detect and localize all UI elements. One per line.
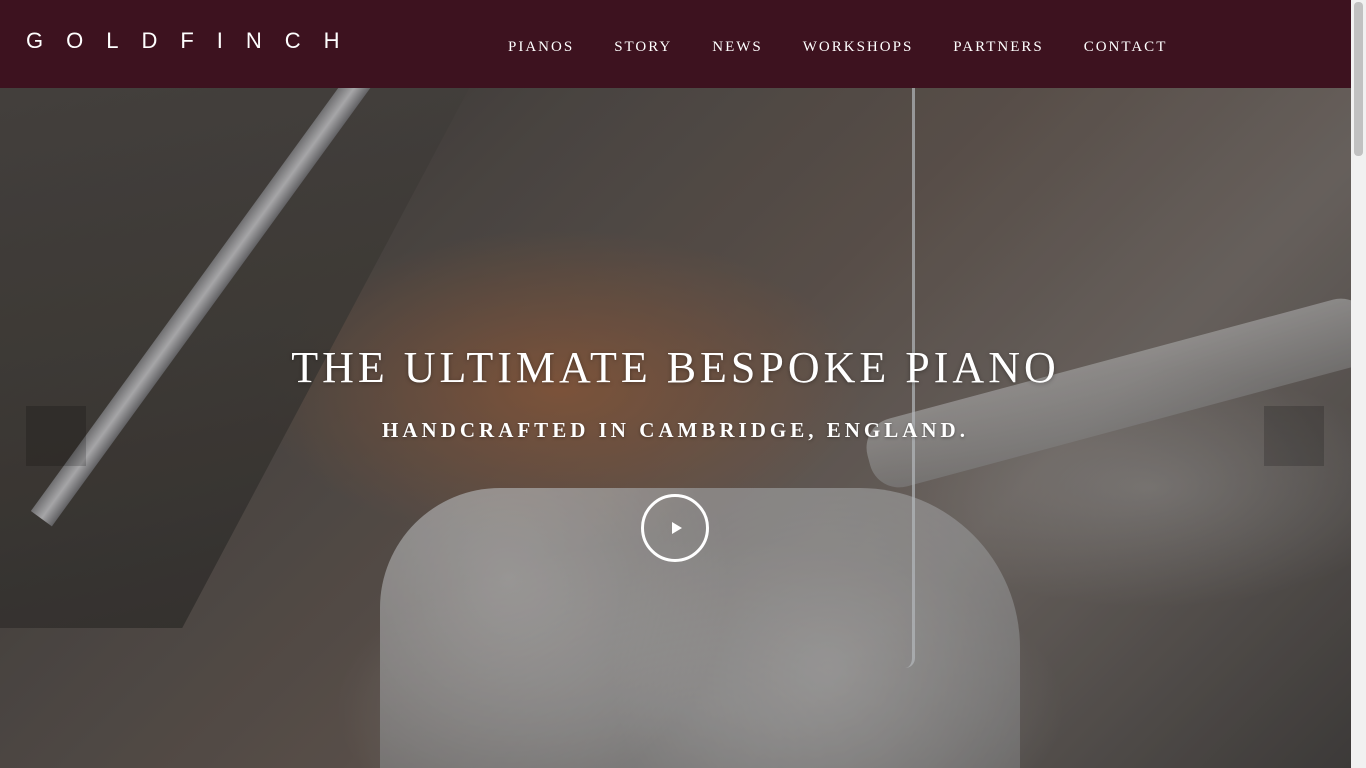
- nav-item-workshops[interactable]: WORKSHOPS: [783, 39, 934, 56]
- page-scrollbar[interactable]: [1351, 0, 1366, 768]
- nav-item-contact[interactable]: CONTACT: [1064, 39, 1188, 56]
- hero-subtitle: HANDCRAFTED IN CAMBRIDGE, ENGLAND.: [382, 418, 969, 442]
- nav-item-pianos[interactable]: PIANOS: [488, 39, 594, 56]
- slider-prev-button[interactable]: [26, 406, 86, 466]
- nav-item-partners[interactable]: PARTNERS: [933, 39, 1063, 56]
- play-video-button[interactable]: [641, 494, 709, 562]
- site-header: GOLDFINCH PIANOS STORY NEWS WORKSHOPS PA…: [0, 0, 1351, 88]
- goldfinch-logo[interactable]: GOLDFINCH: [26, 28, 363, 54]
- slider-next-button[interactable]: [1264, 406, 1324, 466]
- hero-title: THE ULTIMATE BESPOKE PIANO: [291, 343, 1060, 392]
- play-icon: [672, 522, 682, 534]
- main-nav: PIANOS STORY NEWS WORKSHOPS PARTNERS CON…: [488, 30, 1187, 64]
- scrollbar-thumb[interactable]: [1354, 2, 1363, 156]
- hero-slider: THE ULTIMATE BESPOKE PIANO HANDCRAFTED I…: [0, 88, 1351, 768]
- nav-item-story[interactable]: STORY: [594, 39, 692, 56]
- nav-item-news[interactable]: NEWS: [692, 39, 783, 56]
